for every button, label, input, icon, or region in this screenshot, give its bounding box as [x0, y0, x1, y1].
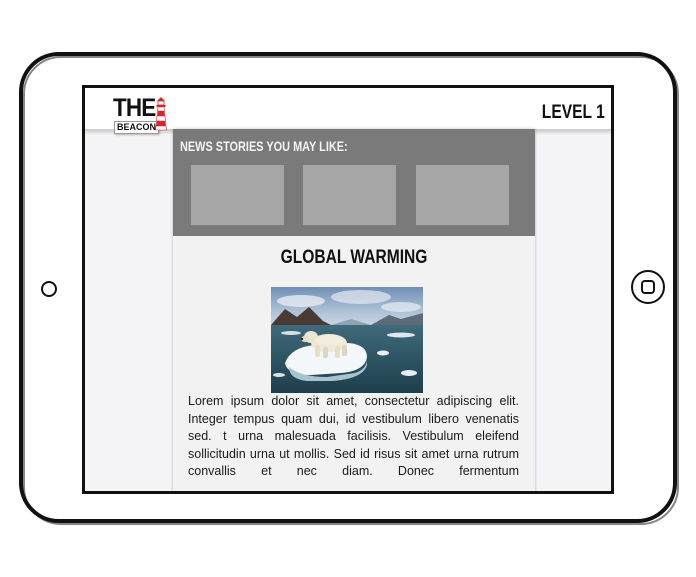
story-thumbnail-2[interactable] [303, 165, 396, 225]
camera-icon [41, 281, 57, 297]
article-title: GLOBAL WARMING [280, 247, 428, 268]
right-margin [535, 129, 611, 491]
article-body: Lorem ipsum dolor sit amet, consectetur … [188, 394, 519, 478]
story-thumbnail-3[interactable] [416, 165, 509, 225]
polar-bear-photo-icon [271, 287, 423, 393]
polar-bear-image [271, 287, 423, 393]
logo-beacon-text: BEACON [114, 121, 160, 134]
main-content: NEWS STORIES YOU MAY LIKE: GLOBAL WARMIN… [173, 129, 535, 491]
level-indicator: LEVEL 1 [542, 102, 605, 123]
article: GLOBAL WARMING Lorem ipsum dolor sit ame… [173, 236, 535, 491]
beacon-logo[interactable]: THE BEACON [113, 96, 169, 136]
lighthouse-icon [155, 97, 167, 131]
tablet-screen: LEVEL 1 THE BEACON NEWS STORIES YOU MAY … [82, 85, 614, 494]
story-thumbnail-1[interactable] [191, 165, 284, 225]
tablet-mockup: LEVEL 1 THE BEACON NEWS STORIES YOU MAY … [0, 0, 696, 577]
recommended-stories-title: NEWS STORIES YOU MAY LIKE: [180, 138, 348, 154]
recommended-stories-panel: NEWS STORIES YOU MAY LIKE: [173, 129, 535, 236]
home-square-icon [641, 280, 655, 294]
logo-the-text: THE [113, 94, 156, 122]
home-button[interactable] [631, 270, 665, 304]
left-margin [85, 129, 173, 491]
